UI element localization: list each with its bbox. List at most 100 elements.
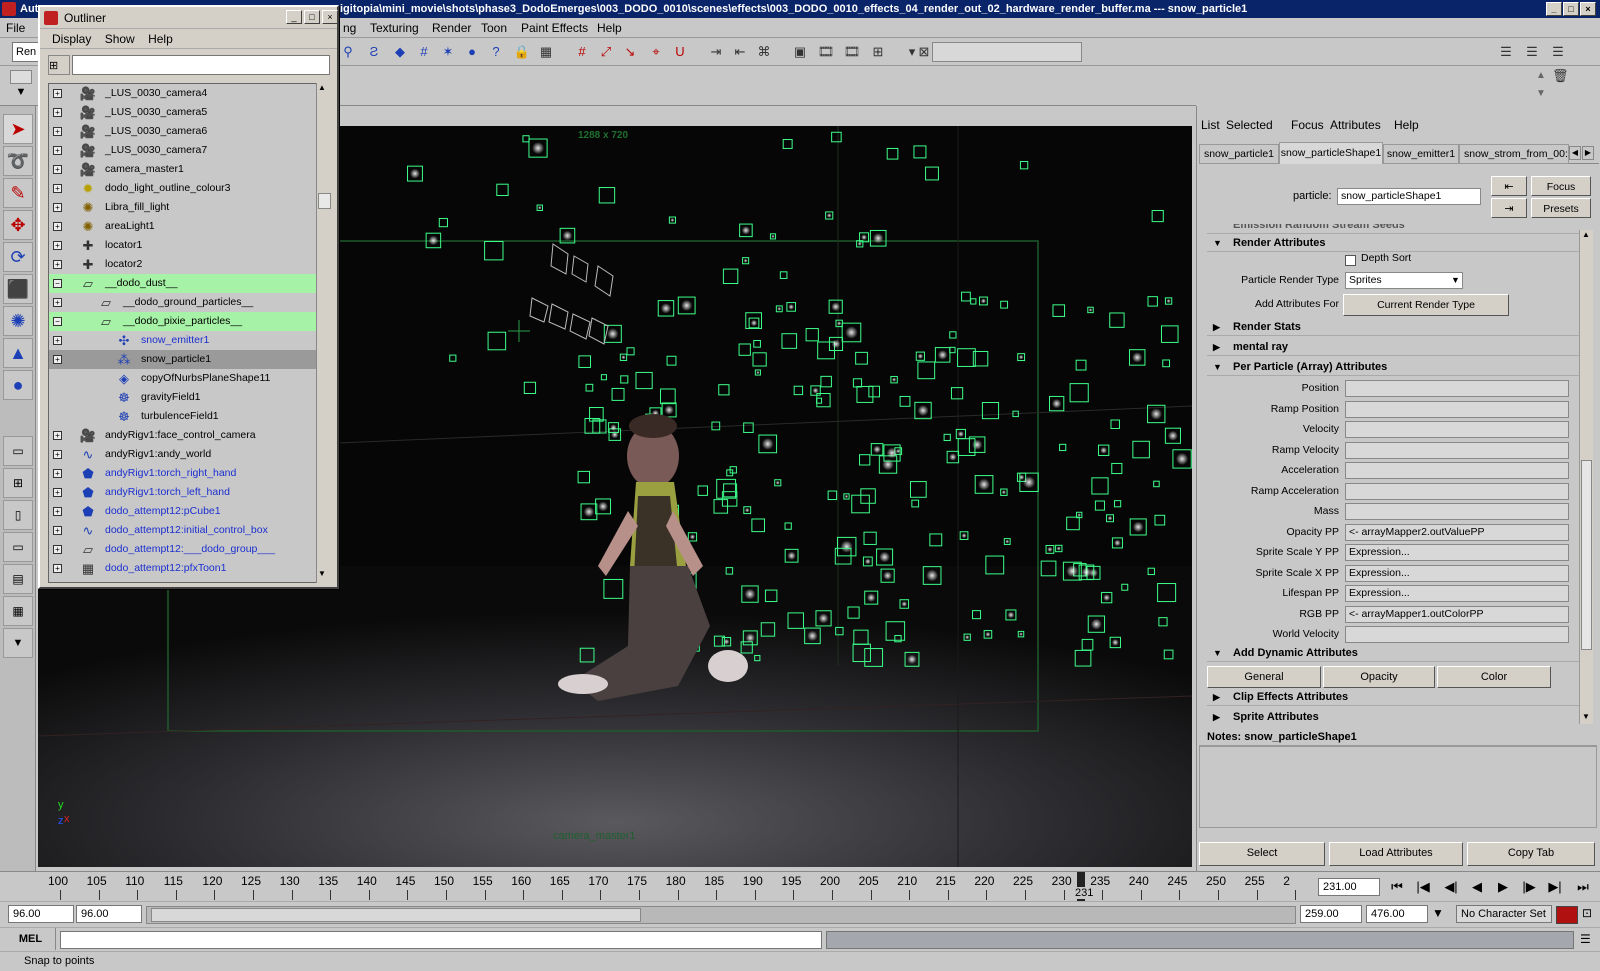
minimize-button[interactable]: _	[1546, 2, 1562, 16]
expand-arrow-icon[interactable]: ▶	[1213, 338, 1220, 356]
expand-icon[interactable]: +	[53, 222, 62, 231]
expand-icon[interactable]: +	[53, 108, 62, 117]
scroll-up-icon[interactable]: ▲	[318, 83, 326, 92]
section-sprite-attributes[interactable]: ▶ Sprite Attributes	[1207, 708, 1579, 724]
outliner-row[interactable]: + 🎥 _LUS_0030_camera5	[49, 103, 317, 122]
hypershade-layout-icon[interactable]: ▤	[3, 564, 33, 594]
animation-prefs-icon[interactable]: ⊡	[1582, 906, 1592, 920]
tab-snow-particle1[interactable]: snow_particle1	[1199, 144, 1279, 164]
menu-item-0[interactable]: ng	[343, 21, 356, 35]
tab-snow-particleshape1[interactable]: snow_particleShape1	[1279, 142, 1383, 164]
mel-label[interactable]: MEL	[6, 928, 56, 950]
expand-icon[interactable]: +	[53, 165, 62, 174]
attr-field[interactable]: <- arrayMapper1.outColorPP	[1345, 605, 1569, 623]
opacity-button[interactable]: Opacity	[1323, 666, 1435, 688]
section-render-attributes[interactable]: ▼ Render Attributes	[1207, 234, 1579, 252]
load-attributes-button[interactable]: Load Attributes	[1329, 842, 1463, 866]
ae-menu-help[interactable]: Help	[1394, 116, 1419, 134]
ae-menu-focus[interactable]: Focus	[1291, 116, 1324, 134]
outliner-filter-icon[interactable]: ⊞	[48, 55, 70, 75]
ae-menu-list[interactable]: List	[1201, 116, 1220, 134]
depth-sort-checkbox[interactable]	[1345, 255, 1356, 266]
select-misc-icon[interactable]: ?	[486, 42, 506, 62]
section-emission-seeds[interactable]: Emission Random Stream Seeds	[1207, 224, 1579, 234]
output-ops-icon[interactable]: ⇤	[730, 42, 750, 62]
expand-icon[interactable]: +	[53, 564, 62, 573]
outliner-row[interactable]: − ▱ __dodo_dust__	[49, 274, 317, 293]
select-by-component-icon[interactable]: ◆	[390, 42, 410, 62]
outliner-row[interactable]: + ▱ dodo_attempt12:___dodo_group___	[49, 540, 317, 559]
hypershade-icon[interactable]: ⊞	[868, 42, 888, 62]
expand-icon[interactable]: +	[53, 203, 62, 212]
attr-field[interactable]	[1345, 441, 1569, 459]
step-forward-key-icon[interactable]: ▶|	[1544, 877, 1566, 897]
construction-history-icon[interactable]: ⌘	[754, 42, 774, 62]
lock-selection-icon[interactable]: 🔒	[512, 42, 532, 62]
expand-icon[interactable]: +	[53, 241, 62, 250]
show-manipulator-icon[interactable]: ●	[3, 370, 33, 400]
attr-field[interactable]: Expression...	[1345, 564, 1569, 582]
outliner-row[interactable]: + ✣ snow_emitter1	[49, 331, 317, 350]
focus-input-icon[interactable]: ⇤	[1491, 176, 1527, 196]
section-dynamic-attributes[interactable]: ▼ Add Dynamic Attributes	[1207, 644, 1579, 662]
outliner-row[interactable]: + 🎥 _LUS_0030_camera7	[49, 141, 317, 160]
trash-icon[interactable]: 🗑	[1552, 68, 1569, 84]
lasso-tool-icon[interactable]: ➰	[3, 146, 33, 176]
expand-icon[interactable]: +	[53, 336, 62, 345]
expand-icon[interactable]: +	[53, 507, 62, 516]
select-handles-icon[interactable]: #	[414, 42, 434, 62]
character-set-menu[interactable]: No Character Set	[1456, 905, 1552, 923]
render-type-dropdown[interactable]: Sprites	[1345, 272, 1463, 289]
tab-snow-emitter1[interactable]: snow_emitter1	[1383, 144, 1459, 164]
notes-field[interactable]	[1199, 746, 1597, 828]
particle-name-field[interactable]: snow_particleShape1	[1337, 188, 1481, 205]
close-button[interactable]: ×	[1580, 2, 1596, 16]
scroll-thumb[interactable]	[318, 193, 331, 209]
select-button[interactable]: Select	[1199, 842, 1325, 866]
attr-field[interactable]: <- arrayMapper2.outValuePP	[1345, 523, 1569, 541]
outliner-row[interactable]: + ⬟ dodo_attempt12:pCube1	[49, 502, 317, 521]
dropdown-arrow-icon[interactable]: ▼	[1451, 270, 1460, 290]
range-menu-arrow-icon[interactable]: ▼	[1432, 906, 1444, 920]
snap-to-view-plane-icon[interactable]: ⌖	[646, 42, 666, 62]
maximize-button[interactable]: □	[1563, 2, 1579, 16]
attr-field[interactable]	[1345, 462, 1569, 479]
outliner-row[interactable]: + ▱ __dodo_ground_particles__	[49, 293, 317, 312]
outliner-row[interactable]: + ⬟ andyRigv1:torch_right_hand	[49, 464, 317, 483]
shelf-scroll-up-icon[interactable]: ▲	[1536, 70, 1546, 81]
outliner-row[interactable]: ◈ copyOfNurbsPlaneShape11	[49, 369, 317, 388]
outliner-row[interactable]: + ▦ dodo_attempt12:pfxToon1	[49, 559, 317, 578]
time-slider[interactable]: 100 105 110 115 120 125 130 135 140 145 150 155 160 1…	[0, 871, 1600, 902]
single-perspective-layout-icon[interactable]: ▭	[3, 436, 33, 466]
play-backwards-icon[interactable]: ◀	[1466, 877, 1488, 897]
end-time-field[interactable]: 476.00	[1366, 905, 1428, 923]
auto-key-icon[interactable]	[1556, 906, 1578, 924]
menu-help[interactable]: Help	[597, 21, 622, 35]
section-clip-effects[interactable]: ▶ Clip Effects Attributes	[1207, 688, 1579, 706]
outliner-row[interactable]: + ∿ dodo_attempt12:initial_control_box	[49, 521, 317, 540]
focus-output-icon[interactable]: ⇥	[1491, 198, 1527, 218]
persp-outliner-layout-icon[interactable]: ▯	[3, 500, 33, 530]
outliner-menu-show[interactable]: Show	[105, 32, 135, 46]
ae-scroll-down-icon[interactable]: ▼	[1582, 712, 1590, 721]
collapse-arrow-icon[interactable]: ▼	[1213, 234, 1222, 252]
render-frame-icon[interactable]: ▣	[790, 42, 810, 62]
shelf-tab-icon[interactable]	[10, 70, 32, 84]
attr-field[interactable]	[1345, 482, 1569, 500]
expand-icon[interactable]: +	[53, 260, 62, 269]
range-slider-handle[interactable]	[151, 908, 641, 922]
go-to-end-icon[interactable]: ⏭	[1572, 877, 1594, 897]
quick-input-field[interactable]	[932, 42, 1082, 62]
collapse-icon[interactable]: −	[53, 317, 62, 326]
outliner-row[interactable]: + ✚ locator1	[49, 236, 317, 255]
expand-icon[interactable]: +	[53, 146, 62, 155]
expand-icon[interactable]: +	[53, 469, 62, 478]
make-live-icon[interactable]: U	[670, 42, 690, 62]
step-back-frame-icon[interactable]: ◀|	[1440, 877, 1462, 897]
scale-tool-icon[interactable]: ⬛	[3, 274, 33, 304]
tab-scroll-right-icon[interactable]: ▶	[1582, 146, 1594, 160]
outliner-row[interactable]: + ✚ locator2	[49, 255, 317, 274]
four-view-layout-icon[interactable]: ⊞	[3, 468, 33, 498]
select-surfaces-icon[interactable]: ●	[462, 42, 482, 62]
outliner-row[interactable]: ☸ gravityField1	[49, 388, 317, 407]
